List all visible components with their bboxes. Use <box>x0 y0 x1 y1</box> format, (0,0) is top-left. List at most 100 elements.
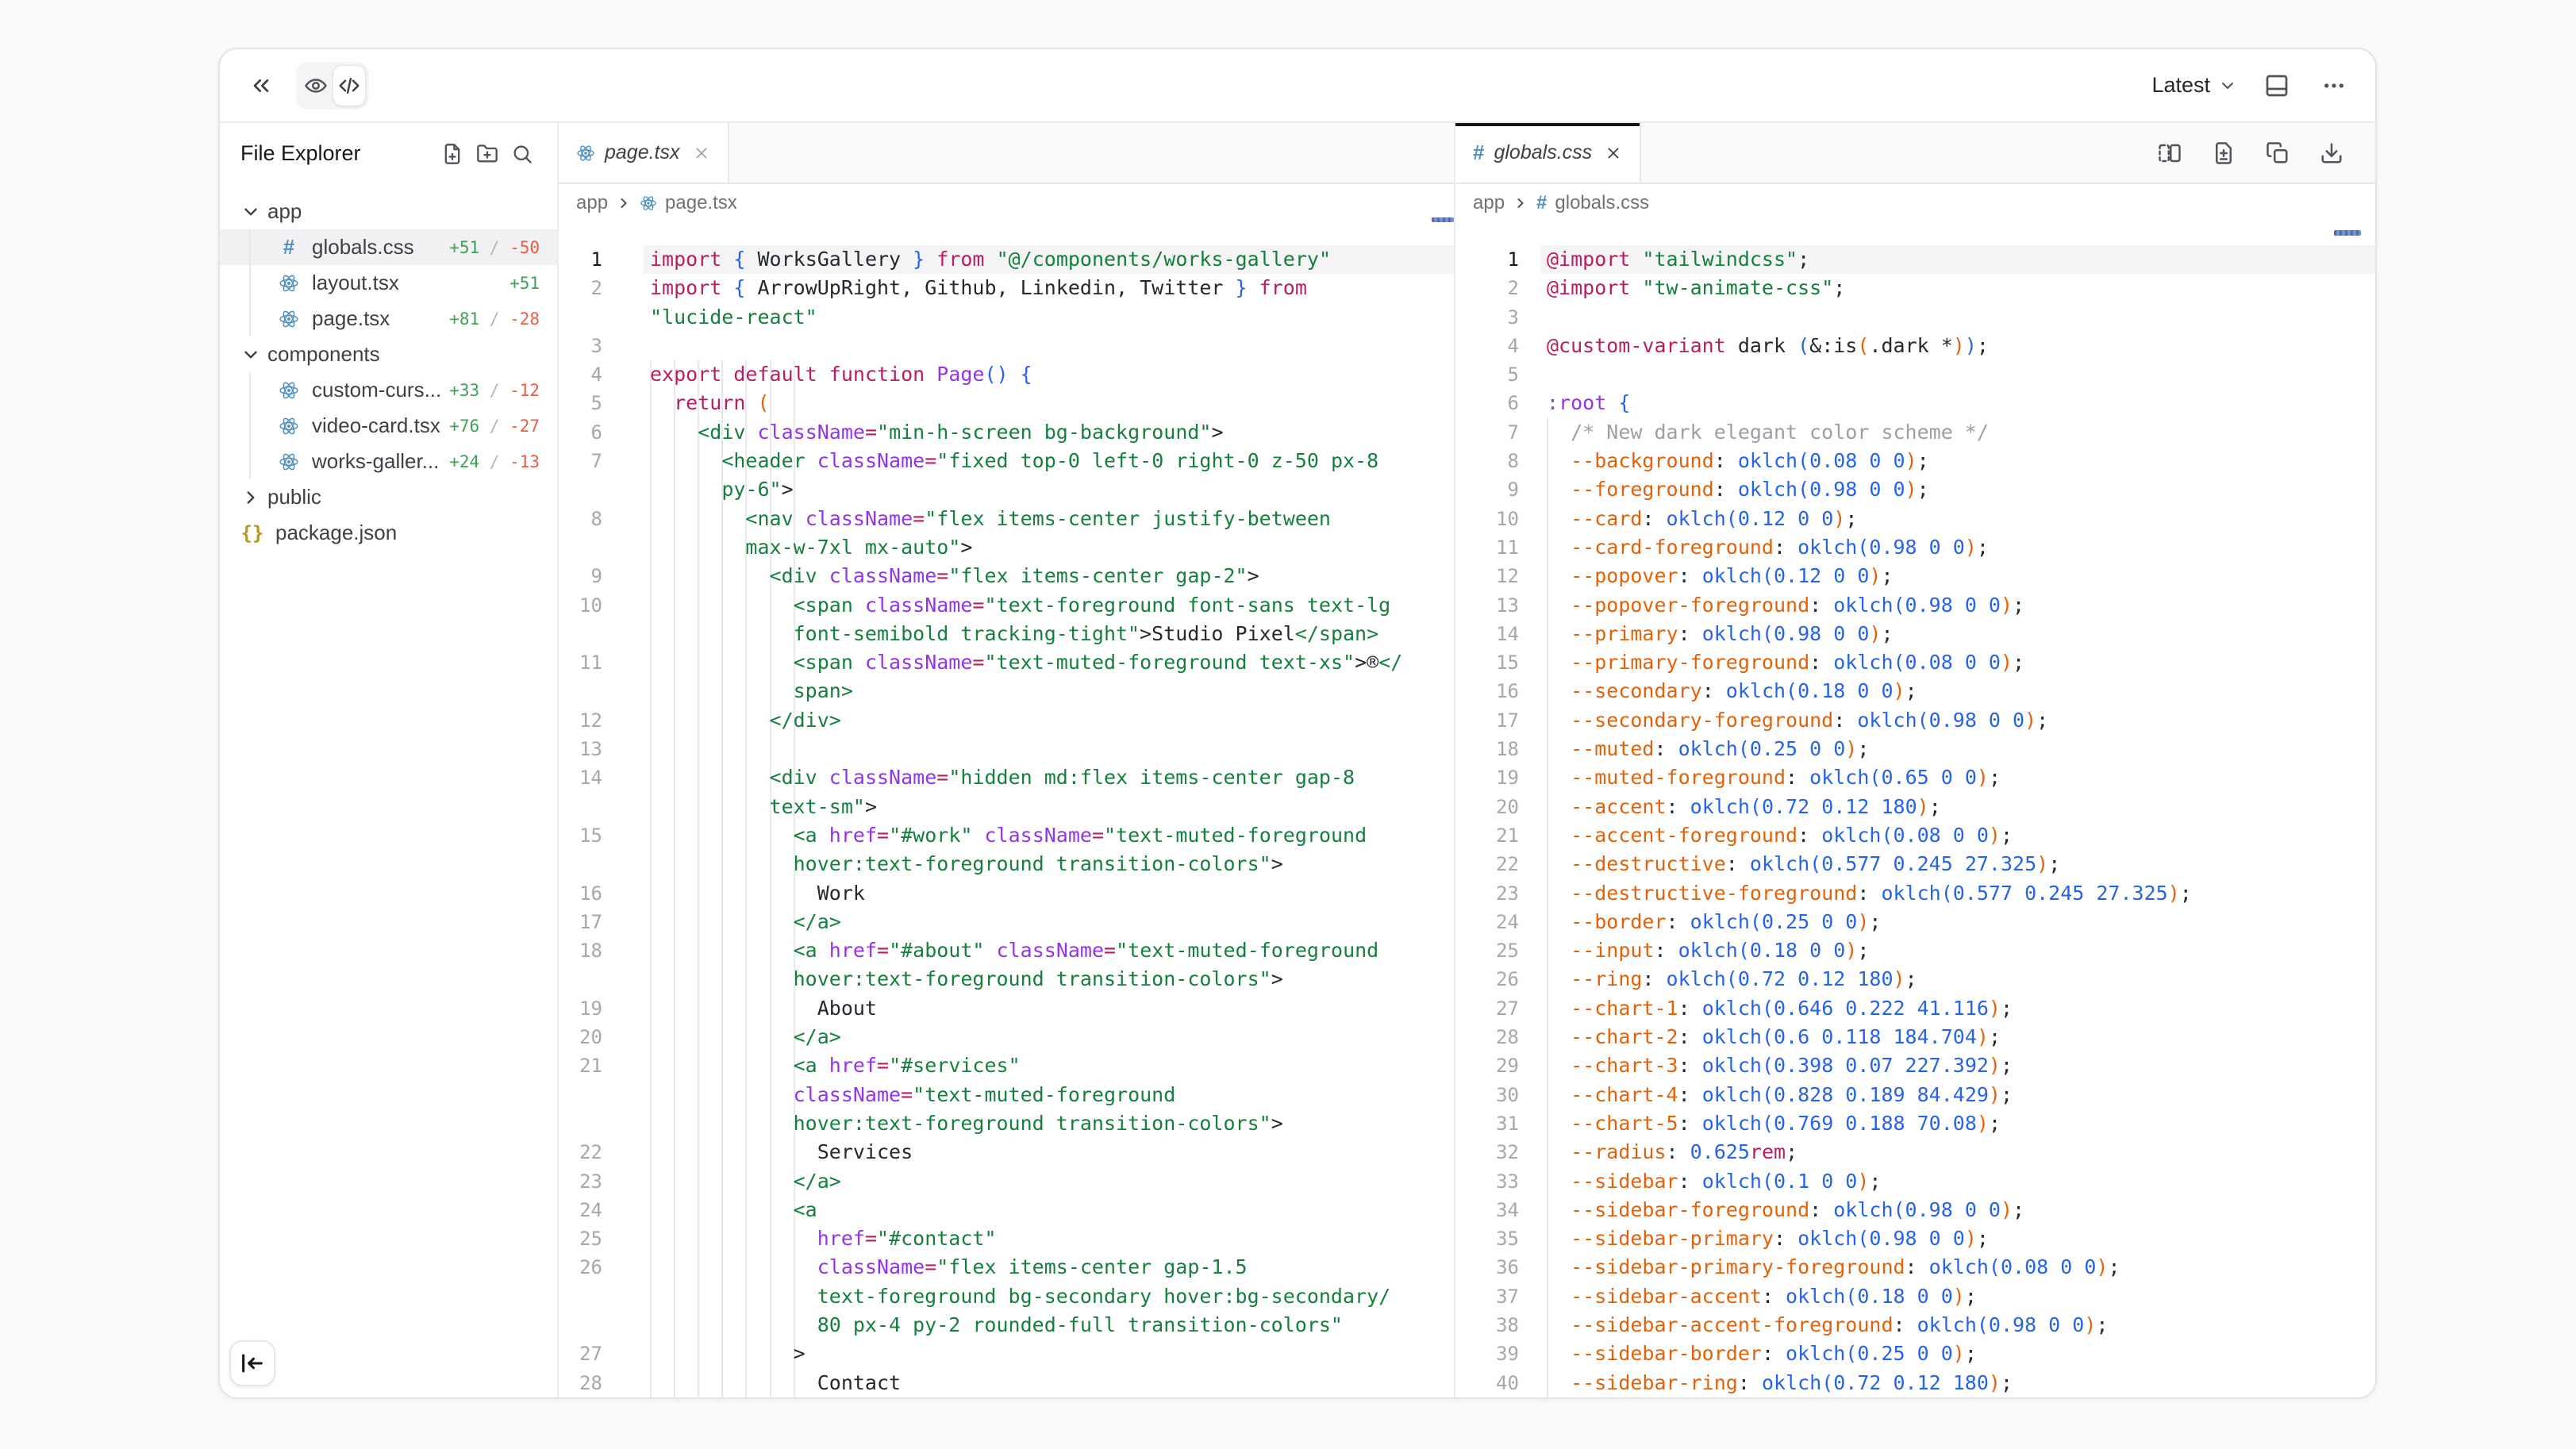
code-text: --input: oklch(0.18 0 0); <box>1540 936 2375 965</box>
line-number: 1 <box>1455 245 1519 274</box>
eye-icon <box>304 74 328 98</box>
code-line: 8 <nav className="flex items-center just… <box>559 505 1454 533</box>
diff-stats: +51 <box>509 274 540 293</box>
code-text: max-w-7xl mx-auto"> <box>644 533 1454 562</box>
code-line: 13 <box>559 735 1454 763</box>
code-line: 40 --sidebar-ring: oklch(0.72 0.12 180); <box>1455 1369 2375 1397</box>
code-toggle-button[interactable] <box>333 65 366 106</box>
tab-page-tsx[interactable]: page.tsx <box>559 123 729 183</box>
ellipsis-icon <box>2321 73 2347 98</box>
code-line: 10 --card: oklch(0.12 0 0); <box>1455 505 2375 533</box>
tab-globals-css[interactable]: # globals.css <box>1455 123 1641 183</box>
react-file-icon <box>275 452 302 472</box>
tree-file-globals-css[interactable]: #globals.css+51 / -50 <box>220 229 557 265</box>
line-number: 30 <box>1455 1081 1519 1109</box>
file-diff-button[interactable] <box>2207 136 2240 170</box>
code-line: 23 </a> <box>559 1167 1454 1196</box>
close-tab-icon[interactable] <box>1605 144 1622 162</box>
react-file-icon <box>275 416 302 436</box>
collapse-to-left-button[interactable] <box>229 1340 275 1386</box>
file-name: layout.tsx <box>312 271 399 295</box>
tree-file-layout-tsx[interactable]: layout.tsx +51 <box>220 265 557 301</box>
code-line: 21 <a href="#services" <box>559 1051 1454 1080</box>
code-line: 22 --destructive: oklch(0.577 0.245 27.3… <box>1455 850 2375 878</box>
search-icon <box>511 143 533 165</box>
tree-file-package-json[interactable]: {}package.json <box>220 515 557 551</box>
breadcrumb-file[interactable]: globals.css <box>1555 192 1649 214</box>
line-number <box>559 965 602 994</box>
tree-file-works-galler-[interactable]: works-galler...+24 / -13 <box>220 444 557 479</box>
code-line: 13 --popover-foreground: oklch(0.98 0 0)… <box>1455 591 2375 620</box>
search-files-button[interactable] <box>508 140 536 168</box>
breadcrumb-path[interactable]: app <box>1473 192 1505 214</box>
code-text: --secondary: oklch(0.18 0 0); <box>1540 677 2375 705</box>
collapse-panel-button[interactable] <box>244 68 279 103</box>
line-number <box>559 475 602 504</box>
code-line: 17 --secondary-foreground: oklch(0.98 0 … <box>1455 706 2375 735</box>
code-line: 19 About <box>559 994 1454 1023</box>
line-number: 3 <box>559 332 602 360</box>
code-editor-globals-css[interactable]: 1@import "tailwindcss";2@import "tw-anim… <box>1455 222 2375 1397</box>
code-text: py-6"> <box>644 475 1454 504</box>
line-number: 25 <box>559 1224 602 1253</box>
line-number: 40 <box>1455 1369 1519 1397</box>
breadcrumb-right: app # globals.css <box>1455 184 2375 222</box>
line-number: 1 <box>559 245 602 274</box>
tree-indent-guide <box>249 372 251 408</box>
download-button[interactable] <box>2315 136 2348 170</box>
code-text: <div className="min-h-screen bg-backgrou… <box>644 418 1454 447</box>
code-text: --popover: oklch(0.12 0 0); <box>1540 562 2375 590</box>
code-text: <header className="fixed top-0 left-0 ri… <box>644 447 1454 475</box>
code-line: 23 --destructive-foreground: oklch(0.577… <box>1455 879 2375 908</box>
breadcrumb-path[interactable]: app <box>576 192 608 214</box>
panel-bottom-button[interactable] <box>2259 68 2294 103</box>
code-text: <span className="text-foreground font-sa… <box>644 591 1454 620</box>
new-folder-button[interactable] <box>473 140 502 168</box>
chevron-right-icon <box>239 487 263 508</box>
code-line: 20 </a> <box>559 1023 1454 1051</box>
preview-toggle-button[interactable] <box>299 65 333 106</box>
version-dropdown[interactable]: Latest <box>2151 73 2237 98</box>
line-number: 7 <box>559 447 602 475</box>
code-text: --border: oklch(0.25 0 0); <box>1540 908 2375 936</box>
line-number: 19 <box>1455 763 1519 792</box>
react-icon <box>576 144 595 163</box>
code-line: 28 --chart-2: oklch(0.6 0.118 184.704); <box>1455 1023 2375 1051</box>
tree-file-video-card-tsx[interactable]: video-card.tsx+76 / -27 <box>220 408 557 444</box>
line-number: 24 <box>1455 908 1519 936</box>
desktop-background: Latest <box>0 0 2576 1449</box>
code-line: 10 <span className="text-foreground font… <box>559 591 1454 620</box>
code-editor-page-tsx[interactable]: 1import { WorksGallery } from "@/compone… <box>559 222 1454 1397</box>
folder-name: app <box>267 199 302 224</box>
diff-stats: +76 / -27 <box>449 417 540 436</box>
tree-file-page-tsx[interactable]: page.tsx+81 / -28 <box>220 301 557 336</box>
code-text: Work <box>644 879 1454 908</box>
line-number: 27 <box>559 1339 602 1368</box>
line-number: 18 <box>559 936 602 965</box>
tree-file-custom-curs-[interactable]: custom-curs...+33 / -12 <box>220 372 557 408</box>
code-text: --muted: oklch(0.25 0 0); <box>1540 735 2375 763</box>
tree-folder-components[interactable]: components <box>220 336 557 372</box>
editor-pane-globals-css: # globals.css <box>1454 123 2375 1397</box>
tree-folder-app[interactable]: app <box>220 194 557 229</box>
line-number: 23 <box>1455 879 1519 908</box>
new-file-button[interactable] <box>438 140 467 168</box>
line-number: 17 <box>1455 706 1519 735</box>
folder-name: components <box>267 342 380 367</box>
more-options-button[interactable] <box>2316 68 2351 103</box>
code-text: href="#contact" <box>644 1224 1454 1253</box>
code-line: 7 <header className="fixed top-0 left-0 … <box>559 447 1454 475</box>
copy-button[interactable] <box>2261 136 2294 170</box>
code-line: 19 --muted-foreground: oklch(0.65 0 0); <box>1455 763 2375 792</box>
tree-folder-public[interactable]: public <box>220 479 557 515</box>
close-tab-icon[interactable] <box>693 144 710 162</box>
breadcrumb-left: app page.tsx <box>559 184 1454 222</box>
chevron-down-icon <box>2218 76 2237 95</box>
breadcrumb-file[interactable]: page.tsx <box>665 192 737 214</box>
tree-indent-guide <box>249 408 251 444</box>
code-text <box>644 735 1454 763</box>
split-editor-button[interactable] <box>2153 136 2186 170</box>
code-line: text-sm"> <box>559 793 1454 821</box>
code-text: --destructive-foreground: oklch(0.577 0.… <box>1540 879 2375 908</box>
code-text: --chart-2: oklch(0.6 0.118 184.704); <box>1540 1023 2375 1051</box>
